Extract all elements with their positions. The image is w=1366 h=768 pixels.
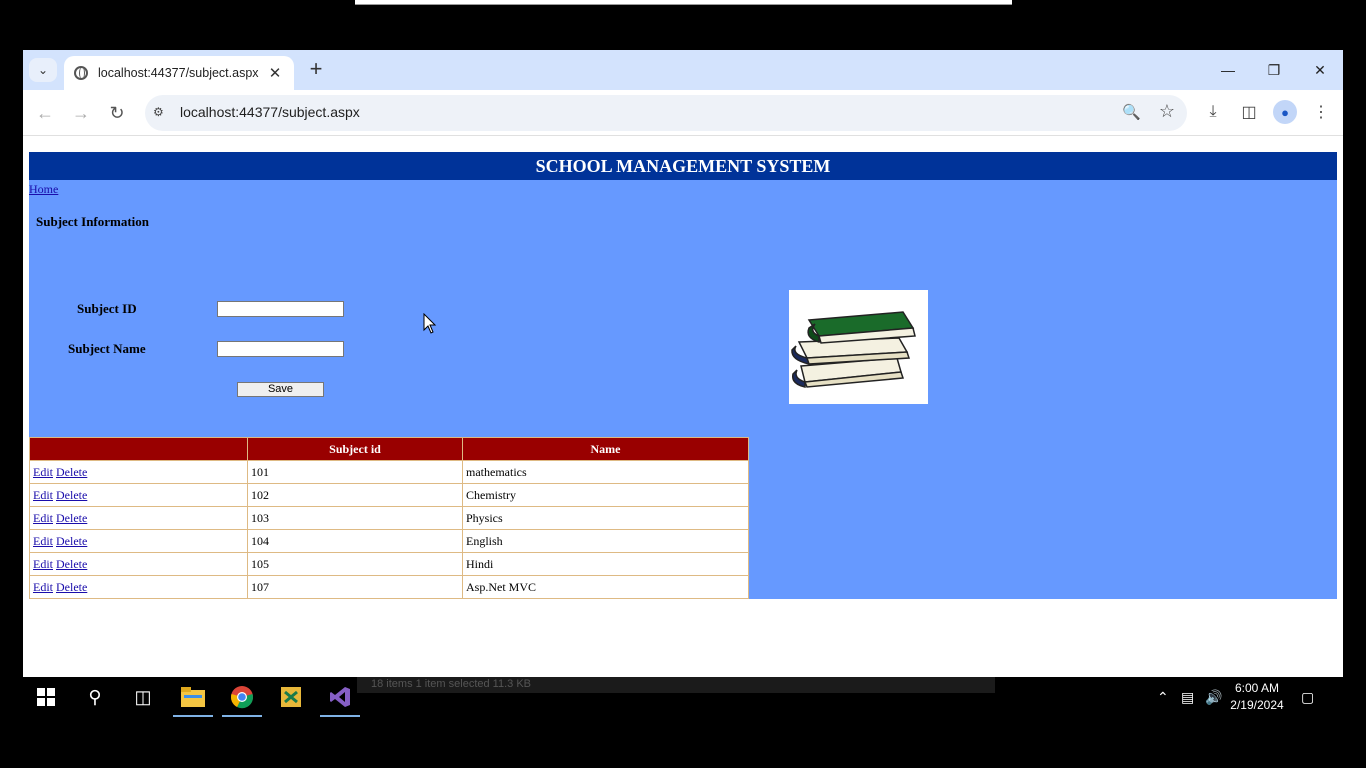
delete-link[interactable]: Delete bbox=[56, 488, 87, 502]
site-info-icon[interactable]: ⚙ bbox=[153, 105, 169, 121]
cell-subject-id: 107 bbox=[247, 575, 463, 599]
cell-name: Physics bbox=[462, 506, 749, 530]
task-view-icon[interactable]: ◫ bbox=[119, 677, 167, 717]
table-row: Edit Delete 105 Hindi bbox=[29, 552, 749, 576]
search-icon[interactable]: ⚲ bbox=[71, 677, 119, 717]
cell-subject-id: 101 bbox=[247, 460, 463, 484]
cell-name: Hindi bbox=[462, 552, 749, 576]
clock-date: 2/19/2024 bbox=[1230, 698, 1284, 712]
back-button[interactable]: ← bbox=[32, 100, 58, 126]
section-title: Subject Information bbox=[36, 214, 150, 229]
edit-link[interactable]: Edit bbox=[33, 557, 53, 571]
tab-active[interactable]: localhost:44377/subject.aspx ✕ bbox=[64, 56, 294, 90]
table-row: Edit Delete 107 Asp.Net MVC bbox=[29, 575, 749, 599]
page-header: SCHOOL MANAGEMENT SYSTEM bbox=[29, 152, 1337, 180]
column-header-subject-id: Subject id bbox=[247, 437, 463, 461]
table-row: Edit Delete 102 Chemistry bbox=[29, 483, 749, 507]
file-explorer-icon[interactable] bbox=[169, 677, 217, 717]
books-image bbox=[789, 290, 928, 404]
table-row: Edit Delete 103 Physics bbox=[29, 506, 749, 530]
notifications-icon[interactable]: ▢ bbox=[1301, 677, 1314, 717]
subjects-table: Subject id Name Edit Delete 101 mathemati… bbox=[29, 437, 749, 599]
tab-strip: ⌄ localhost:44377/subject.aspx ✕ + — ❐ ✕ bbox=[23, 50, 1343, 90]
column-header-actions bbox=[29, 437, 248, 461]
cell-name: English bbox=[462, 529, 749, 553]
volume-icon[interactable]: 🔊 bbox=[1205, 677, 1222, 717]
globe-icon bbox=[74, 66, 88, 80]
tray-chevron-icon[interactable]: ⌃ bbox=[1157, 677, 1169, 717]
reload-button[interactable]: ↻ bbox=[104, 100, 130, 126]
browser-toolbar: ← → ↻ ⚙ localhost:44377/subject.aspx 🔍 ☆… bbox=[23, 90, 1343, 136]
table-header-row: Subject id Name bbox=[29, 437, 749, 461]
cell-name: Chemistry bbox=[462, 483, 749, 507]
new-tab-button[interactable]: + bbox=[304, 58, 328, 82]
restore-button[interactable]: ❐ bbox=[1251, 50, 1297, 90]
clock-time: 6:00 AM bbox=[1234, 681, 1280, 695]
row-actions: Edit Delete bbox=[29, 506, 248, 530]
address-bar[interactable]: ⚙ localhost:44377/subject.aspx 🔍 ☆ bbox=[145, 95, 1187, 131]
chrome-icon[interactable] bbox=[218, 677, 266, 717]
delete-link[interactable]: Delete bbox=[56, 557, 87, 571]
browser-window: ⌄ localhost:44377/subject.aspx ✕ + — ❐ ✕… bbox=[23, 50, 1343, 677]
forward-button[interactable]: → bbox=[68, 100, 94, 126]
tab-close-icon[interactable]: ✕ bbox=[266, 64, 284, 82]
delete-link[interactable]: Delete bbox=[56, 511, 87, 525]
cell-name: mathematics bbox=[462, 460, 749, 484]
window-edge bbox=[355, 0, 1012, 5]
row-actions: Edit Delete bbox=[29, 483, 248, 507]
edit-link[interactable]: Edit bbox=[33, 511, 53, 525]
subject-id-input[interactable] bbox=[217, 301, 344, 317]
delete-link[interactable]: Delete bbox=[56, 465, 87, 479]
visual-studio-icon[interactable] bbox=[316, 677, 364, 717]
table-row: Edit Delete 101 mathematics bbox=[29, 460, 749, 484]
menu-kebab-icon[interactable]: ⋮ bbox=[1309, 100, 1333, 124]
delete-link[interactable]: Delete bbox=[56, 534, 87, 548]
explorer-status-strip: 18 items 1 item selected 11.3 KB bbox=[357, 677, 995, 693]
subject-name-label: Subject Name bbox=[68, 341, 146, 356]
edit-link[interactable]: Edit bbox=[33, 465, 53, 479]
dev-tool-icon[interactable] bbox=[267, 677, 315, 717]
cell-subject-id: 105 bbox=[247, 552, 463, 576]
cell-name: Asp.Net MVC bbox=[462, 575, 749, 599]
row-actions: Edit Delete bbox=[29, 552, 248, 576]
start-windows-icon[interactable] bbox=[22, 677, 70, 717]
cell-subject-id: 104 bbox=[247, 529, 463, 553]
page-viewport: SCHOOL MANAGEMENT SYSTEM Home Subject In… bbox=[23, 136, 1343, 677]
edit-link[interactable]: Edit bbox=[33, 580, 53, 594]
windows-taskbar: 18 items 1 item selected 11.3 KB ⚲ ◫ ⌃ ▤… bbox=[0, 677, 1366, 717]
column-header-name: Name bbox=[462, 437, 749, 461]
side-panel-icon[interactable]: ◫ bbox=[1237, 100, 1261, 124]
url-text[interactable]: localhost:44377/subject.aspx bbox=[180, 104, 360, 120]
bookmark-star-icon[interactable]: ☆ bbox=[1159, 101, 1175, 122]
subject-name-input[interactable] bbox=[217, 341, 344, 357]
tab-search-chevron-icon[interactable]: ⌄ bbox=[29, 58, 57, 82]
home-link[interactable]: Home bbox=[29, 182, 58, 197]
download-icon[interactable]: ⤓ bbox=[1201, 100, 1225, 124]
profile-avatar-icon[interactable]: ● bbox=[1273, 100, 1297, 124]
row-actions: Edit Delete bbox=[29, 460, 248, 484]
page-content: SCHOOL MANAGEMENT SYSTEM Home Subject In… bbox=[29, 152, 1337, 599]
network-icon[interactable]: ▤ bbox=[1181, 677, 1194, 717]
tab-title: localhost:44377/subject.aspx bbox=[98, 66, 259, 80]
clock[interactable]: 6:00 AM 2/19/2024 bbox=[1222, 680, 1292, 714]
close-window-button[interactable]: ✕ bbox=[1297, 50, 1343, 90]
cell-subject-id: 102 bbox=[247, 483, 463, 507]
subject-id-label: Subject ID bbox=[77, 301, 137, 316]
zoom-icon[interactable]: 🔍 bbox=[1122, 103, 1141, 121]
minimize-button[interactable]: — bbox=[1205, 50, 1251, 90]
edit-link[interactable]: Edit bbox=[33, 534, 53, 548]
row-actions: Edit Delete bbox=[29, 575, 248, 599]
edit-link[interactable]: Edit bbox=[33, 488, 53, 502]
save-button[interactable]: Save bbox=[237, 382, 324, 397]
delete-link[interactable]: Delete bbox=[56, 580, 87, 594]
row-actions: Edit Delete bbox=[29, 529, 248, 553]
table-row: Edit Delete 104 English bbox=[29, 529, 749, 553]
cell-subject-id: 103 bbox=[247, 506, 463, 530]
